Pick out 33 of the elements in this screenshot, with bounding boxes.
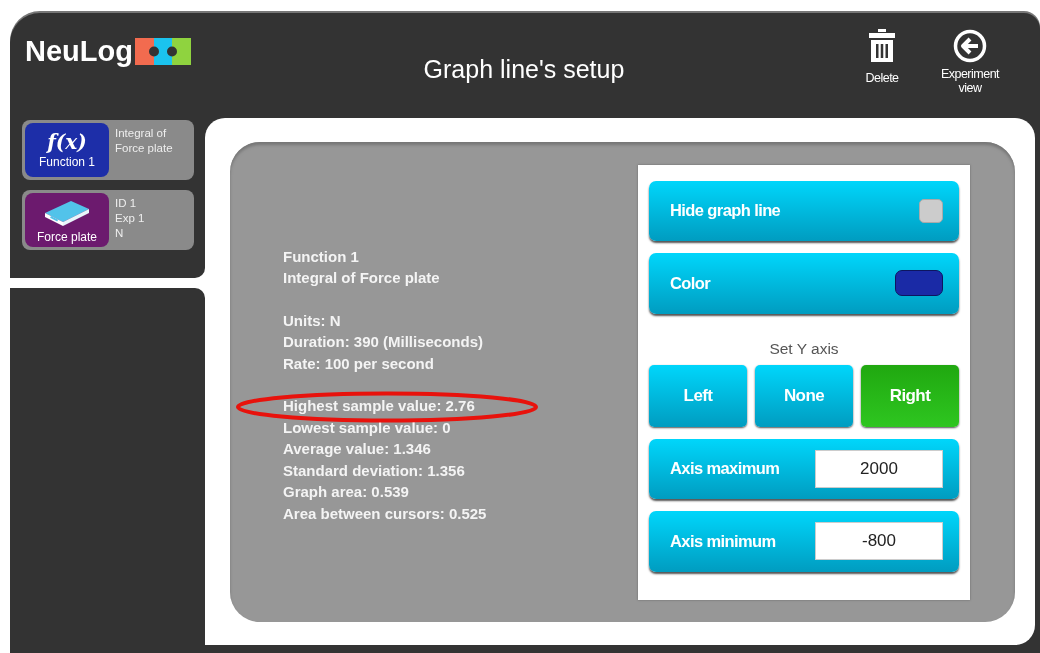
detail-text: Standard deviation: 1.356	[283, 460, 465, 481]
function-icon: f(x)	[47, 131, 87, 152]
logo-icon	[134, 38, 191, 65]
field-label: Axis minimum	[670, 531, 777, 551]
sensor-info: ID 1	[115, 196, 138, 211]
detail-text: Function 1	[283, 246, 359, 267]
detail-text: Units: N	[283, 310, 341, 331]
sensor-name: Function 1	[38, 154, 95, 169]
detail-text: Lowest sample value: 0	[283, 417, 451, 438]
sensor-card[interactable]: Force plate ID 1 Exp 1 N	[22, 190, 194, 250]
checkbox[interactable]	[919, 198, 943, 223]
page-title: Graph line's setup	[422, 55, 626, 84]
logo-text: NeuLog	[25, 35, 133, 68]
detail-text: Rate: 100 per second	[283, 353, 434, 374]
color-swatch[interactable]	[895, 270, 943, 297]
detail-text: Graph area: 0.539	[283, 482, 409, 503]
detail-text: Area between cursors: 0.525	[283, 503, 487, 524]
input-field[interactable]: 2000	[815, 449, 943, 488]
detail-text: Integral of Force plate	[283, 268, 440, 289]
detail-text: Duration: 390 (Milliseconds)	[283, 332, 484, 353]
section-label: Set Y axis	[768, 339, 840, 358]
sensor-info: Integral of Force plate	[115, 126, 174, 156]
sensor-card[interactable]: f(x) Function 1 Integral of Force plate	[22, 120, 194, 180]
detail-text: Average value: 1.346	[283, 439, 431, 460]
detail-text: Highest sample value: 2.76	[283, 396, 475, 417]
experiment-view-button[interactable]: Experiment view	[935, 29, 1005, 96]
field-label: Axis maximum	[670, 459, 781, 479]
delete-button[interactable]: Delete	[847, 29, 917, 96]
input-field[interactable]: -800	[815, 522, 943, 561]
sensor-name: Force plate	[37, 229, 97, 244]
sensor-info: Exp 1	[115, 211, 146, 226]
trash-icon	[868, 29, 896, 63]
sensor-info: N	[115, 226, 125, 241]
